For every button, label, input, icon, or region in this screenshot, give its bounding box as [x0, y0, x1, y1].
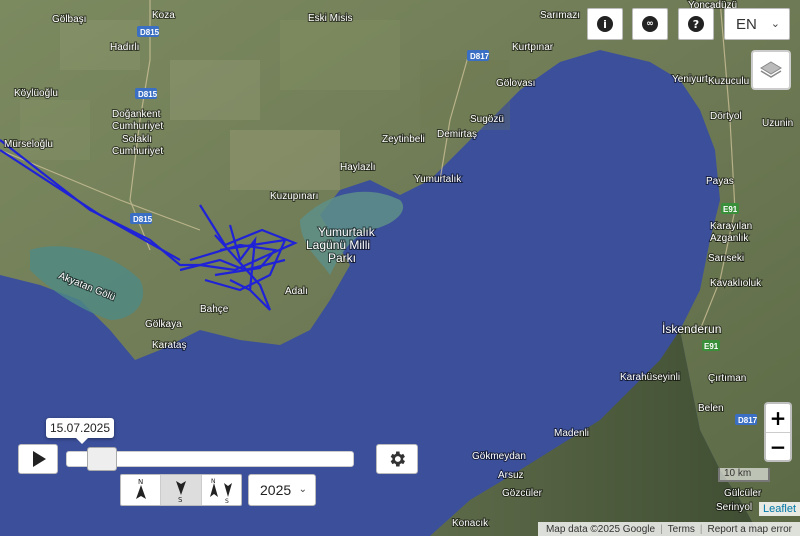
svg-text:N: N — [211, 478, 216, 485]
svg-text:Arsuz: Arsuz — [498, 470, 524, 481]
svg-text:Doğankent: Doğankent — [112, 109, 161, 120]
svg-text:D815: D815 — [140, 28, 160, 37]
svg-text:Çırtıman: Çırtıman — [708, 373, 746, 384]
layers-button[interactable] — [751, 50, 791, 90]
svg-text:D815: D815 — [133, 215, 153, 224]
compass-both-button[interactable]: N S — [202, 475, 241, 505]
svg-text:Haylazlı: Haylazlı — [340, 162, 376, 173]
svg-text:Gökmeydan: Gökmeydan — [472, 451, 526, 462]
svg-text:Cumhuriyet: Cumhuriyet — [112, 121, 163, 132]
svg-text:D815: D815 — [138, 90, 158, 99]
zoom-control: + − — [764, 402, 792, 462]
svg-text:Gülcüler: Gülcüler — [724, 488, 762, 499]
svg-text:S: S — [178, 496, 183, 503]
svg-text:Payas: Payas — [706, 176, 734, 187]
svg-text:Bahçe: Bahçe — [200, 304, 229, 315]
layers-icon — [760, 61, 782, 78]
svg-text:Hadırlı: Hadırlı — [110, 42, 139, 53]
slider-handle[interactable] — [87, 447, 117, 471]
help-button[interactable]: ? — [678, 8, 714, 40]
attribution-bar: Map data ©2025 Google | Terms | Report a… — [537, 522, 800, 536]
svg-text:D817: D817 — [738, 416, 758, 425]
date-tooltip: 15.07.2025 — [46, 418, 114, 444]
timeline-slider[interactable] — [66, 447, 354, 471]
svg-text:Parkı: Parkı — [328, 251, 356, 265]
svg-text:Kurtpınar: Kurtpınar — [512, 42, 554, 53]
svg-text:Konacık: Konacık — [452, 518, 489, 529]
svg-text:Koza: Koza — [152, 10, 175, 21]
svg-text:Sugözü: Sugözü — [470, 114, 504, 125]
svg-text:Kuzupınarı: Kuzupınarı — [270, 191, 318, 202]
svg-text:Karayılan: Karayılan — [710, 221, 752, 232]
info-icon: i — [597, 16, 613, 32]
link-button[interactable]: ∞ — [632, 8, 668, 40]
svg-text:E91: E91 — [704, 342, 719, 351]
svg-text:Azganlık: Azganlık — [710, 233, 749, 244]
compass-north-button[interactable]: N — [121, 475, 162, 505]
svg-text:N: N — [138, 478, 143, 486]
help-icon: ? — [688, 16, 704, 32]
year-select[interactable]: 2025 ⌄ — [248, 474, 316, 506]
svg-text:Belen: Belen — [698, 403, 724, 414]
svg-text:Madenli: Madenli — [554, 428, 589, 439]
map-data-text: Map data ©2025 Google — [545, 523, 656, 535]
year-value: 2025 — [260, 482, 292, 498]
language-value: EN — [736, 15, 757, 33]
chevron-down-icon: ⌄ — [298, 484, 307, 495]
svg-text:D817: D817 — [470, 52, 490, 61]
south-arrow-icon: S — [175, 481, 186, 503]
link-icon: ∞ — [642, 16, 658, 32]
svg-text:Adalı: Adalı — [285, 286, 308, 297]
svg-text:Karahüseyinli: Karahüseyinli — [620, 372, 680, 383]
svg-text:Eski Misis: Eski Misis — [308, 13, 352, 24]
svg-text:E91: E91 — [723, 205, 738, 214]
svg-text:Gözcüler: Gözcüler — [502, 488, 543, 499]
leaflet-link[interactable]: Leaflet — [758, 502, 800, 516]
svg-text:S: S — [225, 498, 229, 503]
play-icon — [33, 451, 46, 467]
play-button[interactable] — [18, 444, 58, 474]
svg-text:Cumhuriyet: Cumhuriyet — [112, 146, 163, 157]
svg-text:Dörtyol: Dörtyol — [710, 111, 742, 122]
compass-control: N S N S — [120, 474, 242, 506]
svg-text:Serinyol: Serinyol — [716, 502, 752, 513]
svg-text:Lagünü Milli: Lagünü Milli — [306, 238, 370, 252]
svg-text:Sarımazı: Sarımazı — [540, 10, 580, 21]
scale-bar: 10 km — [718, 468, 770, 482]
chevron-down-icon: ⌄ — [770, 18, 780, 30]
svg-text:Gölbaşı: Gölbaşı — [52, 14, 86, 25]
svg-text:Yeniyurt: Yeniyurt — [672, 74, 708, 85]
north-south-arrows-icon: N S — [210, 478, 233, 503]
svg-text:Uzunin: Uzunin — [762, 118, 793, 129]
settings-button[interactable] — [376, 444, 418, 474]
gear-icon — [390, 451, 405, 467]
zoom-out-button[interactable]: − — [766, 432, 790, 460]
svg-text:Köylüoğlu: Köylüoğlu — [14, 88, 58, 99]
svg-text:Karataş: Karataş — [152, 340, 186, 351]
svg-text:Gölkaya: Gölkaya — [145, 319, 182, 330]
svg-text:Kavaklıoluk: Kavaklıoluk — [710, 278, 762, 289]
svg-text:Yumurtalık: Yumurtalık — [414, 174, 462, 185]
info-button[interactable]: i — [587, 8, 623, 40]
north-arrow-icon: N — [135, 478, 146, 499]
language-select[interactable]: EN ⌄ — [724, 8, 790, 40]
report-error-link[interactable]: Report a map error — [704, 524, 796, 535]
svg-text:Sarıseki: Sarıseki — [708, 253, 744, 264]
svg-text:Yumurtalık: Yumurtalık — [318, 225, 376, 239]
svg-text:Demirtaş: Demirtaş — [437, 129, 477, 140]
svg-text:İskenderun: İskenderun — [662, 322, 721, 336]
zoom-in-button[interactable]: + — [766, 404, 790, 432]
svg-text:Zeytinbeli: Zeytinbeli — [382, 134, 425, 145]
compass-south-button[interactable]: S — [161, 475, 202, 505]
svg-text:Gölovası: Gölovası — [496, 78, 535, 89]
svg-text:Mürseloğlu: Mürseloğlu — [4, 139, 53, 150]
svg-text:Solaklı: Solaklı — [122, 134, 152, 145]
svg-text:Kuzuculu: Kuzuculu — [708, 76, 749, 87]
terms-link[interactable]: Terms — [664, 524, 699, 535]
